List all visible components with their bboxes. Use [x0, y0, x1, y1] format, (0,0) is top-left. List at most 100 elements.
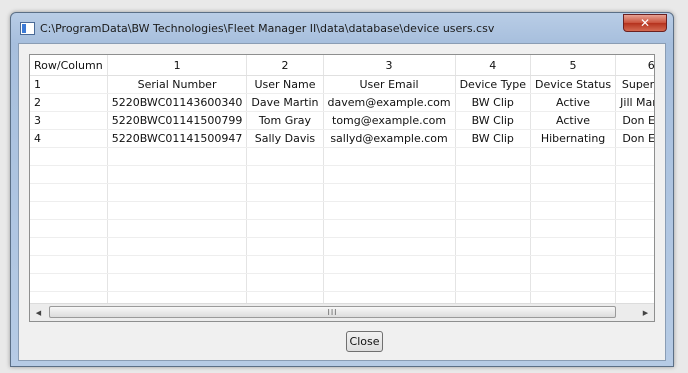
grid-cell[interactable]: 1	[30, 75, 108, 94]
table-row[interactable]	[30, 165, 654, 184]
grid-cell[interactable]: Active	[530, 93, 617, 112]
grid-cell[interactable]	[107, 273, 248, 292]
grid-cell[interactable]	[615, 219, 654, 238]
grid-cell[interactable]	[107, 183, 248, 202]
grid-cell[interactable]: Device Status	[530, 75, 617, 94]
grid-cell[interactable]	[455, 219, 531, 238]
scrollbar-thumb[interactable]: III	[49, 306, 616, 318]
table-row[interactable]	[30, 237, 654, 256]
grid-cell[interactable]	[615, 147, 654, 166]
grid-cell[interactable]	[246, 255, 324, 274]
grid-cell[interactable]	[455, 201, 531, 220]
close-button[interactable]: Close	[346, 331, 383, 352]
table-row[interactable]: 1 Serial Number User Name User Email Device …	[30, 75, 654, 94]
grid-cell[interactable]	[530, 201, 617, 220]
grid-cell[interactable]	[30, 219, 108, 238]
table-row[interactable]	[30, 201, 654, 220]
grid-cell[interactable]	[30, 273, 108, 292]
grid-cell[interactable]: Tom Gray	[246, 111, 324, 130]
grid-cell[interactable]: Device Type	[455, 75, 531, 94]
grid-cell[interactable]	[530, 255, 617, 274]
grid-cell[interactable]: 5220BWC01141500947	[107, 129, 248, 148]
grid-cell[interactable]: 5220BWC01141500799	[107, 111, 248, 130]
table-row[interactable]	[30, 147, 654, 166]
grid-cell[interactable]	[30, 165, 108, 184]
column-header[interactable]: 2	[246, 55, 324, 76]
grid-cell[interactable]	[323, 165, 456, 184]
grid-cell[interactable]: Don Edgar	[615, 111, 654, 130]
column-header[interactable]: 3	[323, 55, 456, 76]
grid-cell[interactable]: BW Clip	[455, 93, 531, 112]
grid-cell[interactable]	[530, 219, 617, 238]
grid-cell[interactable]	[455, 147, 531, 166]
grid-cell[interactable]	[323, 237, 456, 256]
grid-cell[interactable]	[107, 237, 248, 256]
grid-cell[interactable]	[107, 165, 248, 184]
grid-cell[interactable]	[107, 147, 248, 166]
grid-cell[interactable]	[530, 237, 617, 256]
column-header[interactable]: 5	[530, 55, 617, 76]
grid-cell[interactable]	[530, 165, 617, 184]
grid-cell[interactable]: 2	[30, 93, 108, 112]
grid-cell[interactable]: Sally Davis	[246, 129, 324, 148]
grid-cell[interactable]	[455, 165, 531, 184]
grid-cell[interactable]: sallyd@example.com	[323, 129, 456, 148]
column-header[interactable]: 4	[455, 55, 531, 76]
table-row[interactable]	[30, 255, 654, 274]
grid-cell[interactable]	[30, 201, 108, 220]
grid-cell[interactable]	[615, 201, 654, 220]
grid-cell[interactable]	[455, 255, 531, 274]
grid-cell[interactable]	[30, 147, 108, 166]
column-header[interactable]: 6	[615, 55, 654, 76]
grid-cell[interactable]	[107, 201, 248, 220]
header-row[interactable]: Row/Column 1 2 3 4 5 6	[30, 55, 654, 76]
grid-cell[interactable]	[246, 237, 324, 256]
grid-cell[interactable]: 3	[30, 111, 108, 130]
window-close-button[interactable]: ✕	[623, 14, 667, 32]
grid-cell[interactable]	[323, 183, 456, 202]
grid-cell[interactable]: BW Clip	[455, 129, 531, 148]
grid-cell[interactable]: Serial Number	[107, 75, 248, 94]
grid-cell[interactable]	[246, 201, 324, 220]
title-bar[interactable]: C:\ProgramData\BW Technologies\Fleet Man…	[11, 13, 673, 43]
table-row[interactable]	[30, 219, 654, 238]
grid-cell[interactable]: Hibernating	[530, 129, 617, 148]
grid-cell[interactable]	[615, 273, 654, 292]
scroll-right-icon[interactable]: ▶	[637, 304, 654, 321]
grid-cell[interactable]	[615, 237, 654, 256]
column-header[interactable]: Row/Column	[30, 55, 108, 76]
grid-cell[interactable]	[455, 237, 531, 256]
grid-cell[interactable]	[107, 255, 248, 274]
table-row[interactable]: 3 5220BWC01141500799 Tom Gray tomg@example.…	[30, 111, 654, 130]
grid-cell[interactable]	[615, 183, 654, 202]
grid-cell[interactable]	[107, 219, 248, 238]
grid-cell[interactable]	[455, 183, 531, 202]
grid-cell[interactable]: User Name	[246, 75, 324, 94]
grid-cell[interactable]: tomg@example.com	[323, 111, 456, 130]
grid-cell[interactable]: 4	[30, 129, 108, 148]
grid-cell[interactable]	[246, 219, 324, 238]
table-row[interactable]: 4 5220BWC01141500947 Sally Davis sallyd@exa…	[30, 129, 654, 148]
grid-cell[interactable]	[246, 165, 324, 184]
grid-cell[interactable]	[30, 237, 108, 256]
grid-cell[interactable]: Supervisor	[615, 75, 654, 94]
table-row[interactable]: 2 5220BWC01143600340 Dave Martin davem@exam…	[30, 93, 654, 112]
horizontal-scrollbar[interactable]: ◀ III ▶	[30, 303, 654, 321]
column-header[interactable]: 1	[107, 55, 248, 76]
grid-cell[interactable]: davem@example.com	[323, 93, 456, 112]
table-row[interactable]	[30, 273, 654, 292]
grid-cell[interactable]: Jill Marshall	[615, 93, 654, 112]
table-row[interactable]	[30, 183, 654, 202]
grid-cell[interactable]: User Email	[323, 75, 456, 94]
grid-cell[interactable]: BW Clip	[455, 111, 531, 130]
grid-cell[interactable]: Dave Martin	[246, 93, 324, 112]
grid-cell[interactable]: Don Edgar	[615, 129, 654, 148]
grid-cell[interactable]	[323, 255, 456, 274]
grid-cell[interactable]	[246, 273, 324, 292]
grid-cell[interactable]	[323, 219, 456, 238]
scroll-left-icon[interactable]: ◀	[30, 304, 47, 321]
grid-cell[interactable]: 5220BWC01143600340	[107, 93, 248, 112]
grid-cell[interactable]	[323, 147, 456, 166]
grid-cell[interactable]	[323, 201, 456, 220]
grid-cell[interactable]	[615, 255, 654, 274]
